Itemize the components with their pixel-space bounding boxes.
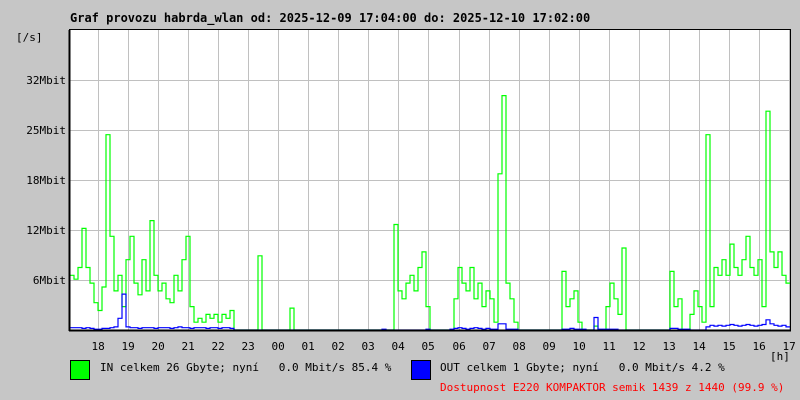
x-tick-label: 19 [121, 340, 135, 353]
y-tick-label: 32Mbit [26, 73, 66, 87]
y-tick-label: 25Mbit [26, 123, 66, 137]
y-tick-label: 12Mbit [26, 223, 66, 237]
x-tick-label: 16 [752, 340, 766, 353]
x-tick-label: 15 [722, 340, 736, 353]
y-axis-unit-label: [/s] [16, 31, 43, 44]
x-tick-label: 09 [542, 340, 556, 353]
legend-out-text: OUT celkem 1 Gbyte; nyní 0.0 Mbit/s 4.2 … [440, 361, 725, 374]
legend-out-swatch [411, 360, 431, 380]
x-tick-label: 01 [301, 340, 315, 353]
x-tick-label: 20 [151, 340, 165, 353]
x-tick-label: 08 [512, 340, 526, 353]
x-tick-label: 23 [241, 340, 255, 353]
x-tick-label: 21 [181, 340, 195, 353]
x-tick-label: 03 [361, 340, 375, 353]
x-tick-label: 11 [602, 340, 616, 353]
y-tick-label: 6Mbit [32, 273, 66, 287]
x-tick-label: 14 [692, 340, 706, 353]
x-tick-label: 07 [482, 340, 496, 353]
availability-text: Dostupnost E220 KOMPAKTOR semik 1439 z 1… [440, 381, 785, 394]
legend-in-swatch [70, 360, 90, 380]
chart-title: Graf provozu habrda_wlan od: 2025-12-09 … [70, 11, 591, 25]
x-tick-label: 10 [572, 340, 586, 353]
x-tick-label: 13 [662, 340, 676, 353]
x-tick-label: 04 [391, 340, 405, 353]
x-tick-label: 12 [632, 340, 646, 353]
legend-in-text: IN celkem 26 Gbyte; nyní 0.0 Mbit/s 85.4… [100, 361, 392, 374]
x-tick-label: 18 [91, 340, 105, 353]
y-tick-label: 18Mbit [26, 173, 66, 187]
x-axis-unit-label: [h] [770, 350, 790, 363]
x-tick-label: 22 [211, 340, 225, 353]
x-tick-label: 02 [331, 340, 345, 353]
x-tick-label: 00 [271, 340, 285, 353]
x-tick-label: 06 [452, 340, 466, 353]
x-tick-label: 05 [421, 340, 435, 353]
